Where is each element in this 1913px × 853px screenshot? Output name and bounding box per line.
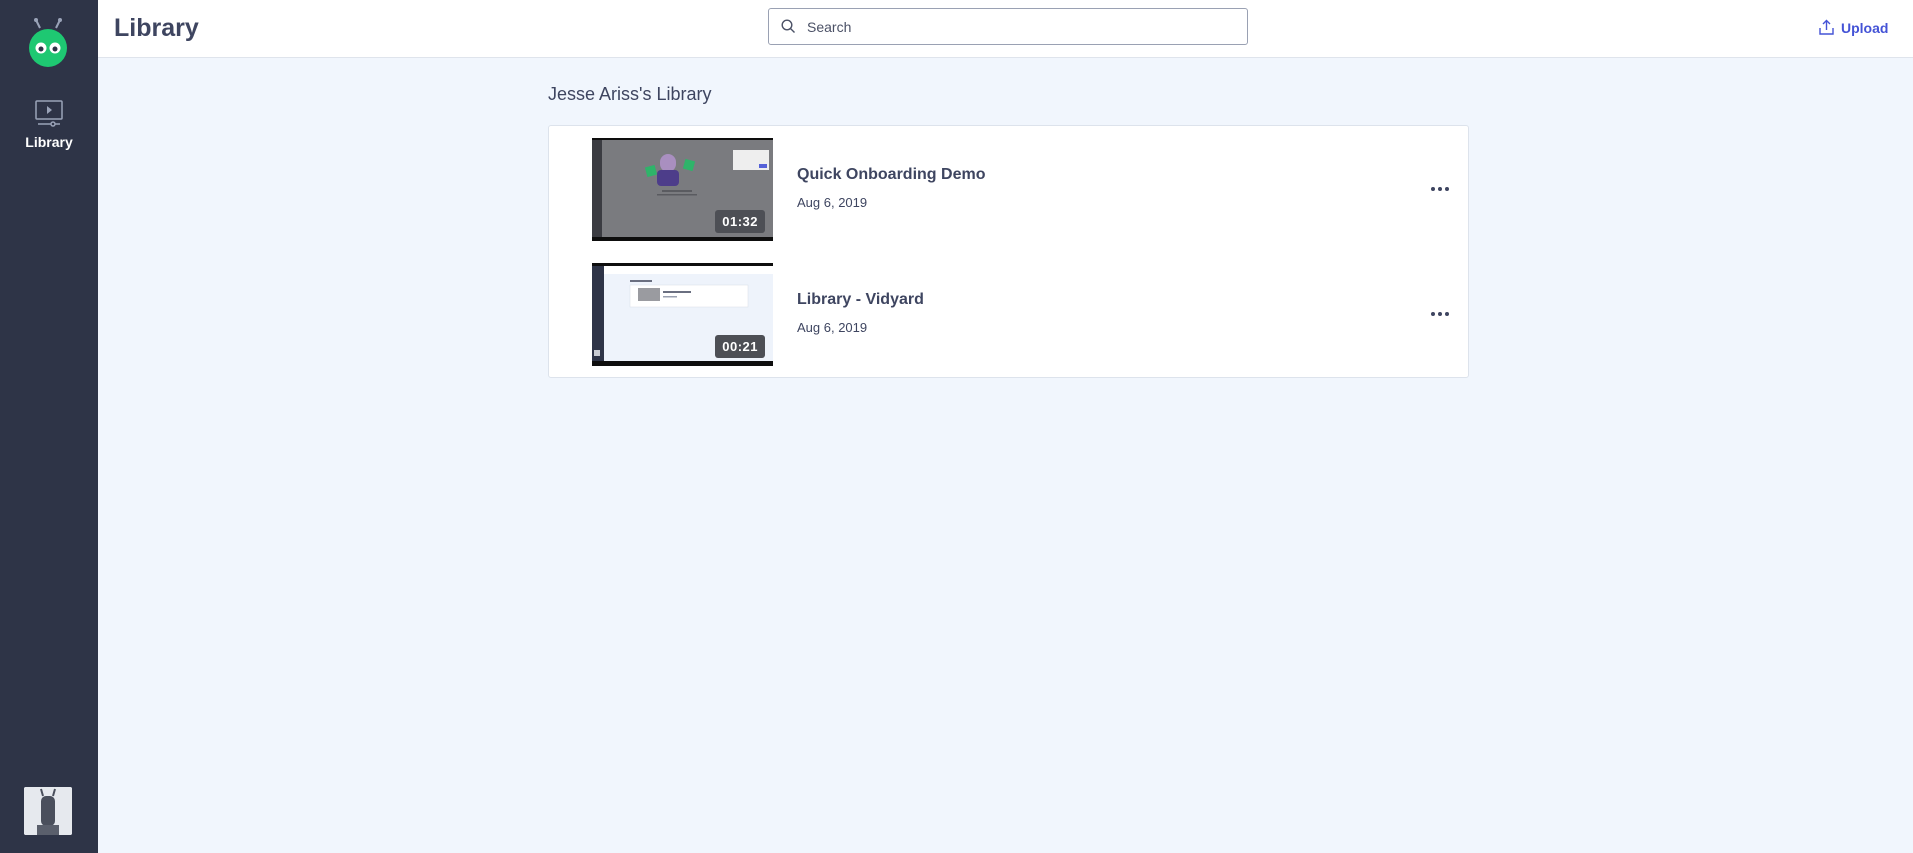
upload-button[interactable]: Upload bbox=[1818, 19, 1888, 36]
duration-badge: 00:21 bbox=[715, 335, 765, 358]
page-title: Library bbox=[114, 14, 199, 42]
search-icon bbox=[781, 19, 795, 33]
video-row[interactable]: 01:32 Quick Onboarding Demo Aug 6, 2019 bbox=[549, 138, 1470, 241]
library-heading: Jesse Ariss's Library bbox=[548, 84, 712, 104]
avatar[interactable] bbox=[24, 787, 72, 835]
video-date: Aug 6, 2019 bbox=[797, 195, 868, 210]
search-box[interactable] bbox=[768, 8, 1248, 45]
more-options-icon[interactable] bbox=[1429, 305, 1451, 323]
video-list: 01:32 Quick Onboarding Demo Aug 6, 2019 … bbox=[548, 125, 1469, 378]
video-title[interactable]: Quick Onboarding Demo bbox=[797, 166, 985, 184]
video-thumbnail[interactable]: 01:32 bbox=[592, 138, 773, 241]
upload-icon bbox=[1819, 19, 1834, 35]
more-options-icon[interactable] bbox=[1429, 180, 1451, 198]
upload-label: Upload bbox=[1841, 19, 1889, 36]
sidebar-item-library[interactable]: Library bbox=[0, 98, 98, 158]
video-date: Aug 6, 2019 bbox=[797, 320, 868, 335]
video-title[interactable]: Library - Vidyard bbox=[797, 291, 924, 309]
search-input[interactable] bbox=[807, 9, 1237, 44]
sidebar-item-label: Library bbox=[25, 134, 73, 150]
duration-badge: 01:32 bbox=[715, 210, 765, 233]
top-bar: Library Upload bbox=[98, 0, 1913, 58]
sidebar: Library bbox=[0, 0, 98, 853]
vidyard-logo-icon[interactable] bbox=[26, 18, 70, 68]
video-thumbnail[interactable]: 00:21 bbox=[592, 263, 773, 366]
video-row[interactable]: 00:21 Library - Vidyard Aug 6, 2019 bbox=[549, 263, 1470, 366]
video-library-icon bbox=[35, 100, 63, 127]
